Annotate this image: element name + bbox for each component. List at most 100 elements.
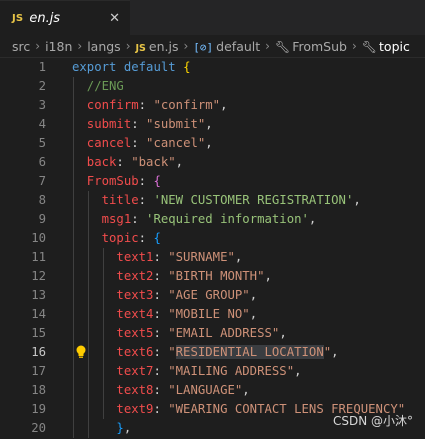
chevron-right-icon: › — [351, 39, 357, 53]
code-text: msg1: 'Required information', — [72, 210, 317, 229]
code-line[interactable]: 12 text2: "BIRTH MONTH", — [0, 267, 425, 286]
close-icon[interactable]: ✕ — [109, 11, 120, 26]
code-token: text6 — [72, 345, 154, 359]
code-text: submit: "submit", — [72, 115, 213, 134]
code-line[interactable]: 6 back: "back", — [0, 153, 425, 172]
code-token: : — [131, 212, 147, 226]
chevron-right-icon: › — [183, 39, 189, 53]
code-line[interactable]: 8 title: 'NEW CUSTOMER REGISTRATION', — [0, 191, 425, 210]
code-token: "submit" — [146, 117, 206, 131]
code-token: "SURNAME" — [168, 250, 235, 264]
code-token: , — [264, 269, 272, 283]
variable-icon: [⊘] — [193, 40, 214, 54]
tab-title: en.js — [29, 10, 61, 26]
breadcrumb-item-topic[interactable]: 🔧︎ topic — [362, 39, 410, 54]
code-token: text3 — [72, 288, 154, 302]
code-token: , — [279, 326, 287, 340]
code-token: "EMAIL ADDRESS" — [168, 326, 280, 340]
line-number: 9 — [38, 212, 46, 226]
code-line[interactable]: 1 export default { — [0, 58, 425, 77]
code-token: : — [153, 383, 169, 397]
code-token: text8 — [72, 383, 154, 397]
code-token: : — [153, 269, 169, 283]
code-token: export — [72, 60, 124, 74]
tab-en-js[interactable]: JS en.js ✕ — [0, 0, 130, 35]
code-line[interactable]: 9 msg1: 'Required information', — [0, 210, 425, 229]
code-token: , — [249, 307, 258, 321]
code-line[interactable]: 18 text8: "LANGUAGE", — [0, 381, 425, 400]
code-token: : — [131, 117, 147, 131]
code-token: , — [308, 212, 317, 226]
breadcrumb-item-default[interactable]: [⊘] default — [193, 39, 260, 54]
line-number: 2 — [38, 79, 46, 93]
code-token: { — [153, 231, 161, 245]
code-token: , — [220, 98, 228, 112]
code-line[interactable]: 2 //ENG — [0, 77, 425, 96]
code-token: 'Required information' — [146, 212, 309, 226]
code-token: //ENG — [72, 79, 124, 93]
line-number: 12 — [31, 269, 46, 283]
line-number: 4 — [38, 117, 46, 131]
code-token: text5 — [72, 326, 154, 340]
code-token: " — [168, 345, 176, 359]
code-token: , — [331, 345, 339, 359]
code-text: back: "back", — [72, 153, 183, 172]
code-editor[interactable]: 1 export default {2 //ENG 3 confirm: "conf… — [0, 58, 425, 439]
code-token: "BIRTH MONTH" — [168, 269, 265, 283]
code-token: : — [153, 364, 169, 378]
code-text: text4: "MOBILE NO", — [72, 305, 257, 324]
code-line[interactable]: 3 confirm: "confirm", — [0, 96, 425, 115]
code-token: : — [131, 136, 147, 150]
breadcrumb-item-en-js[interactable]: JS en.js — [136, 39, 179, 54]
line-number: 14 — [31, 307, 46, 321]
breadcrumb-item-langs[interactable]: langs — [87, 39, 121, 54]
code-token: text9 — [72, 402, 154, 416]
code-token: "LANGUAGE" — [168, 383, 243, 397]
line-number: 3 — [38, 98, 46, 112]
breadcrumb-label: default — [216, 38, 261, 54]
code-line[interactable]: 13 text3: "AGE GROUP", — [0, 286, 425, 305]
code-line[interactable]: 10 topic: { — [0, 229, 425, 248]
code-token: : — [153, 345, 169, 359]
breadcrumb-label: en.js — [148, 38, 179, 54]
code-line[interactable]: 4 submit: "submit", — [0, 115, 425, 134]
code-line[interactable]: 14 text4: "MOBILE NO", — [0, 305, 425, 324]
breadcrumb-label: topic — [379, 38, 410, 54]
code-token: , — [234, 250, 243, 264]
code-token: text7 — [72, 364, 154, 378]
code-text: }, — [72, 419, 131, 438]
code-text: text7: "MAILING ADDRESS", — [72, 362, 302, 381]
code-token: : — [153, 250, 169, 264]
code-text: topic: { — [72, 229, 161, 248]
wrench-icon: 🔧︎ — [361, 39, 378, 54]
breadcrumb-item-i18n[interactable]: i18n — [45, 39, 72, 54]
breadcrumb-item-src[interactable]: src — [12, 39, 30, 54]
code-token: , — [294, 364, 302, 378]
code-text: export default { — [72, 58, 190, 77]
code-line[interactable]: 5 cancel: "cancel", — [0, 134, 425, 153]
code-text: text1: "SURNAME", — [72, 248, 242, 267]
code-line[interactable]: 15 text5: "EMAIL ADDRESS", — [0, 324, 425, 343]
code-token: } — [72, 421, 124, 435]
breadcrumb-item-fromsub[interactable]: 🔧︎ FromSub — [275, 39, 347, 54]
code-token: text2 — [72, 269, 154, 283]
line-number: 15 — [31, 326, 46, 340]
code-token: title — [72, 193, 139, 207]
code-token: : — [138, 193, 154, 207]
code-token: , — [242, 383, 250, 397]
code-token: : — [153, 326, 169, 340]
code-token: submit — [72, 117, 132, 131]
code-line[interactable]: 17 text7: "MAILING ADDRESS", — [0, 362, 425, 381]
code-token: msg1 — [72, 212, 132, 226]
code-line[interactable]: 7 FromSub: { — [0, 172, 425, 191]
code-line[interactable]: 11 text1: "SURNAME", — [0, 248, 425, 267]
line-number: 1 — [38, 60, 46, 74]
code-token: topic — [72, 231, 139, 245]
code-token: : — [153, 288, 169, 302]
code-token: "confirm" — [153, 98, 221, 112]
line-number: 6 — [38, 155, 46, 169]
code-token: cancel — [72, 136, 132, 150]
code-line[interactable]: 16 text6: "RESIDENTIAL LOCATION", — [0, 343, 425, 362]
editor-tab-bar: JS en.js ✕ — [0, 0, 425, 35]
line-number: 19 — [31, 402, 46, 416]
